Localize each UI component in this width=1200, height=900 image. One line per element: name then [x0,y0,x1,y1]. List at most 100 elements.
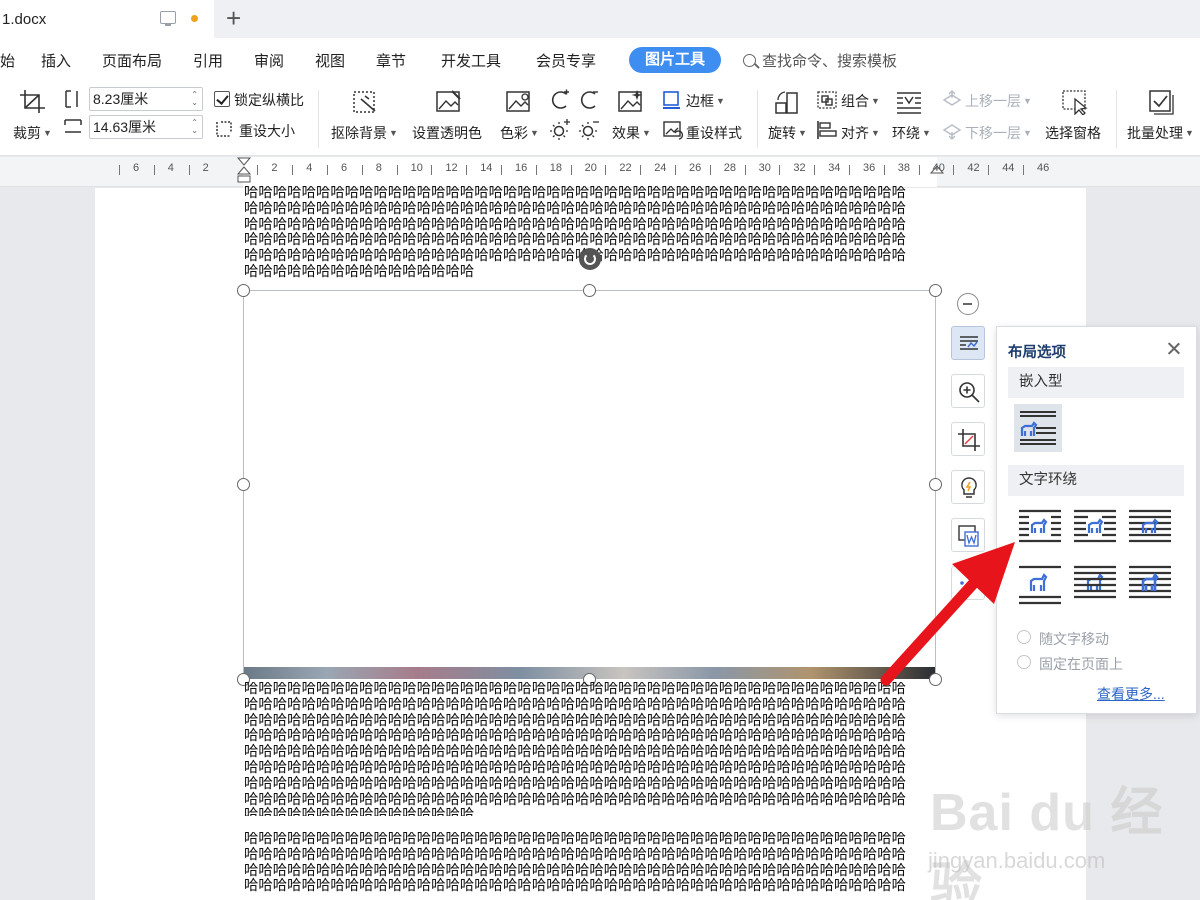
lock-ratio-checkbox[interactable] [214,91,230,107]
resize-handle-left[interactable] [237,478,250,491]
send-backward-button[interactable]: 下移一层 ▼ [965,123,1032,143]
stepper-icon[interactable]: ⌃ ⌄ [191,91,198,107]
menu-start[interactable]: 始 [0,50,15,71]
wrap-through-option[interactable] [1127,505,1175,553]
ruler-label: 18 [549,162,563,174]
ruler-tick [361,165,363,175]
chevron-down-icon: ▼ [1023,128,1032,138]
ruler-label: 6 [133,162,140,174]
group-button[interactable]: 组合 ▼ [841,91,880,111]
command-search[interactable]: 查找命令、搜索模板 [743,50,897,71]
color-button[interactable]: 色彩 ▼ [500,123,539,143]
selected-image[interactable] [243,290,936,679]
text-line: 哈哈哈哈哈哈哈哈哈哈哈哈哈哈哈哈哈哈哈哈哈哈哈哈哈哈哈哈哈哈哈哈哈哈哈哈哈哈哈哈… [244,232,906,249]
zoom-in-icon [959,382,980,403]
ruler-tick [640,165,642,175]
batch-label: 批量处理 [1127,125,1183,141]
menu-insert[interactable]: 插入 [41,50,71,71]
zoom-image-button[interactable] [951,374,985,408]
remove-background-button[interactable]: 抠除背景 ▼ [331,123,398,143]
close-icon[interactable] [1167,341,1181,355]
wrap-button[interactable]: 环绕 ▼ [892,123,931,143]
ruler-tick [292,165,294,175]
text-line: 哈哈哈哈哈哈哈哈哈哈哈哈哈哈哈哈哈哈哈哈哈哈哈哈哈哈哈哈哈哈哈哈哈哈哈哈哈哈哈哈… [244,728,906,745]
width-field[interactable]: 14.63厘米 ⌃ ⌄ [89,115,203,139]
menu-page-layout[interactable]: 页面布局 [102,50,162,71]
lightbulb-icon [961,477,977,498]
reset-size-button[interactable]: 重设大小 [239,121,295,141]
crop-side-button[interactable] [951,422,985,456]
ruler-label: 46 [1037,162,1050,174]
menu-section[interactable]: 章节 [376,50,406,71]
document-tab[interactable]: 1.docx [0,0,214,38]
reset-style-button[interactable]: 重设样式 [686,123,742,143]
rotate-button[interactable]: 旋转 ▼ [768,123,807,143]
ruler-label: 24 [654,162,667,174]
bring-forward-button[interactable]: 上移一层 ▼ [965,91,1032,111]
resize-handle-top-left[interactable] [237,284,250,297]
batch-button[interactable]: 批量处理 ▼ [1127,123,1194,143]
contrast-up-icon[interactable] [549,119,571,141]
new-tab-button[interactable]: + [226,4,241,32]
effects-button[interactable]: 效果 ▼ [612,123,651,143]
crop-icon[interactable] [19,89,47,115]
menu-member[interactable]: 会员专享 [536,50,596,71]
indent-marker-icon[interactable] [236,157,252,187]
send-backward-label: 下移一层 [965,125,1021,141]
paragraph-bottom[interactable]: 哈哈哈哈哈哈哈哈哈哈哈哈哈哈哈哈哈哈哈哈哈哈哈哈哈哈哈哈哈哈哈哈哈哈哈哈哈哈哈哈… [244,832,938,900]
align-label: 对齐 [841,125,869,141]
height-field[interactable]: 8.23厘米 ⌃ ⌄ [89,87,203,111]
resize-handle-top-right[interactable] [929,284,942,297]
chevron-down-icon: ▼ [389,128,398,138]
menu-references[interactable]: 引用 [193,50,223,71]
contrast-down-icon[interactable] [578,119,600,141]
ruler-tick [675,165,676,175]
ruler-label: 20 [584,162,597,174]
wrap-in-front-option[interactable] [1127,561,1175,609]
collapse-toolbar-icon[interactable] [957,293,979,315]
resize-handle-right[interactable] [929,478,942,491]
command-search-placeholder: 查找命令、搜索模板 [762,53,898,70]
menu-picture-tools[interactable]: 图片工具 [629,47,721,73]
rotate-handle-icon[interactable] [579,248,601,270]
layout-options-button[interactable] [951,326,985,360]
ruler-tick [119,165,120,175]
wrap-tight-option[interactable] [1072,505,1120,553]
align-button[interactable]: 对齐 ▼ [841,123,880,143]
border-button[interactable]: 边框 ▼ [686,91,725,111]
ruler-tick [570,165,572,175]
paragraph-middle[interactable]: 哈哈哈哈哈哈哈哈哈哈哈哈哈哈哈哈哈哈哈哈哈哈哈哈哈哈哈哈哈哈哈哈哈哈哈哈哈哈哈哈… [244,682,938,816]
brightness-up-icon[interactable] [549,89,571,111]
menu-developer[interactable]: 开发工具 [441,50,501,71]
text-line: 哈哈哈哈哈哈哈哈哈哈哈哈哈哈哈哈哈哈哈哈哈哈哈哈哈哈哈哈哈哈哈哈哈哈哈哈哈哈哈哈… [244,832,906,847]
brightness-down-icon[interactable] [578,89,600,111]
tab-bar: 1.docx + [0,0,1200,38]
rotate-icon [775,91,798,114]
wrap-inline-option[interactable] [1014,404,1062,452]
transparent-color-button[interactable]: 设置透明色 [412,123,482,143]
resize-handle-top[interactable] [583,284,596,297]
menu-view[interactable]: 视图 [315,50,345,71]
wrap-behind-text-option[interactable] [1072,561,1120,609]
crop-icon [958,429,980,451]
crop-button[interactable]: 裁剪 ▼ [13,123,52,143]
image-ideas-button[interactable] [951,470,985,504]
chevron-down-icon: ▼ [1185,128,1194,138]
monitor-icon[interactable] [160,11,176,26]
ruler-label: 10 [410,162,423,174]
wrap-icon [897,92,921,114]
text-line: 哈哈哈哈哈哈哈哈哈哈哈哈哈哈哈哈哈哈哈哈哈哈哈哈哈哈哈哈哈哈哈哈哈哈哈哈哈哈哈哈… [244,759,906,776]
unsaved-dot-icon [191,15,198,22]
text-line: 哈哈哈哈哈哈哈哈哈哈哈哈哈哈哈哈哈哈哈哈哈哈哈哈哈哈哈哈哈哈哈哈哈哈哈哈哈哈哈哈… [244,682,906,697]
text-line: 哈哈哈哈哈哈哈哈哈哈哈哈哈哈哈哈哈哈哈哈哈哈哈哈哈哈哈哈哈哈哈哈哈哈哈哈哈哈哈哈… [244,696,906,713]
selection-pane-button[interactable]: 选择窗格 [1045,123,1101,143]
chevron-down-icon: ▼ [871,96,880,106]
menu-review[interactable]: 审阅 [254,50,284,71]
reset-style-icon [663,121,684,140]
baidu-watermark-logo: Bai du 经验 [930,784,1164,900]
stepper-icon[interactable]: ⌃ ⌄ [191,119,198,135]
rotate-label: 旋转 [768,125,796,141]
see-more-link[interactable]: 查看更多... [1097,684,1165,704]
wrap-label: 环绕 [892,125,920,141]
width-value: 14.63厘米 [93,119,157,135]
